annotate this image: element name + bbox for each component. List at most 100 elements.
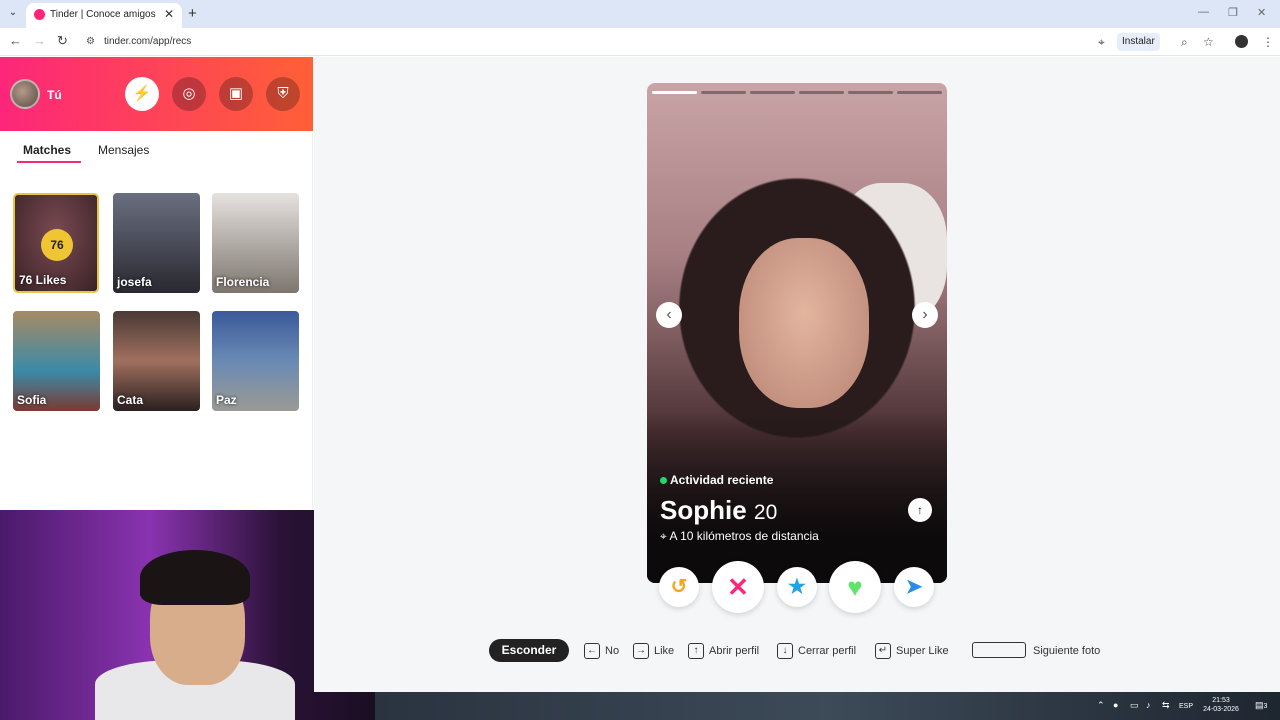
window-close-icon[interactable]: ✕ [1257, 6, 1266, 19]
notification-icon[interactable]: ▤3 [1255, 700, 1267, 711]
active-tab-indicator [17, 161, 81, 163]
zoom-icon[interactable]: ⌕ [1181, 35, 1188, 50]
profile-name: Sophie 20 [660, 495, 777, 526]
forward-icon[interactable]: → [33, 33, 46, 48]
hide-hints-button[interactable]: Esconder [489, 639, 569, 662]
location-pin-icon: ⌖ [660, 529, 667, 543]
browser-tab[interactable]: Tinder | Conoce amigos y gente ✕ [26, 3, 182, 28]
hint-like-label: Like [654, 645, 675, 657]
send-icon: ➤ [905, 576, 923, 598]
super-like-button[interactable]: ★ [777, 567, 817, 607]
profile-distance: ⌖ A 10 kilómetros de distancia [660, 529, 819, 544]
star-icon: ★ [788, 576, 806, 598]
reload-icon[interactable]: ↻ [57, 33, 68, 49]
next-photo-icon[interactable]: › [912, 302, 938, 328]
safety-shield-icon[interactable]: ⛨ [266, 77, 300, 111]
like-button[interactable]: ♥ [829, 561, 881, 613]
match-name: Paz [216, 393, 237, 407]
match-name: Cata [117, 393, 144, 407]
network-icon[interactable]: ▭ [1130, 700, 1139, 711]
online-dot-icon [660, 477, 667, 484]
nope-x-icon: ✕ [727, 572, 749, 602]
photo-progress [652, 91, 942, 95]
boost-send-button[interactable]: ➤ [894, 567, 934, 607]
os-taskbar: ⌃ ● ▭ ♪ ⇆ ESP 21:53 24-03-2026 ▤3 [375, 692, 1280, 720]
usb-icon[interactable]: ⇆ [1162, 700, 1170, 711]
tab-search-icon[interactable]: ⌄ [6, 7, 20, 21]
menu-kebab-icon[interactable]: ⋮ [1262, 35, 1274, 49]
install-button[interactable]: Instalar [1117, 33, 1160, 51]
heart-icon: ♥ [847, 572, 863, 602]
photo-progress-segment[interactable] [897, 91, 942, 94]
sidebar-header: Tú ⚡ ◎ ▣ ⛨ [0, 57, 313, 131]
back-icon[interactable]: ← [9, 33, 22, 48]
tray-chevron-icon[interactable]: ⌃ [1097, 700, 1105, 711]
arrow-right-key-icon: → [633, 643, 649, 660]
prev-photo-icon[interactable]: ‹ [656, 302, 682, 328]
match-card[interactable]: Cata [113, 311, 200, 411]
photo-progress-segment[interactable] [701, 91, 746, 94]
tab-matches[interactable]: Matches [23, 143, 71, 157]
hint-next-photo: Siguiente foto [1033, 641, 1100, 661]
clock[interactable]: 21:53 24-03-2026 [1197, 696, 1245, 714]
nope-button[interactable]: ✕ [712, 561, 764, 613]
volume-icon[interactable]: ♪ [1146, 700, 1151, 710]
profile-age: 20 [753, 501, 778, 524]
activity-status: Actividad reciente [660, 473, 773, 487]
match-card[interactable]: josefa [113, 193, 200, 293]
url-field[interactable]: tinder.com/app/recs [104, 36, 191, 47]
photo-progress-segment[interactable] [750, 91, 795, 94]
arrow-left-key-icon: ← [584, 643, 600, 660]
match-card[interactable]: Sofia [13, 311, 100, 411]
hint-close-profile-label: Cerrar perfil [798, 645, 857, 657]
arrow-up-key-icon: ↑ [688, 643, 704, 660]
browser-tab-strip: ⌄ Tinder | Conoce amigos y gente ✕ + — ❐… [0, 0, 1280, 28]
tab-messages[interactable]: Mensajes [98, 143, 149, 157]
match-name: Sofia [17, 393, 47, 407]
location-icon[interactable]: ⌖ [1098, 35, 1105, 50]
clock-date: 24-03-2026 [1203, 706, 1239, 713]
activity-label: Actividad reciente [670, 473, 774, 487]
hint-super-like: ↵ Super Like [875, 641, 949, 661]
explore-compass-icon[interactable]: ◎ [172, 77, 206, 111]
match-card[interactable]: Florencia [212, 193, 299, 293]
minimize-icon[interactable]: — [1198, 6, 1209, 18]
tab-close-icon[interactable]: ✕ [164, 7, 174, 21]
hint-no: ← No [584, 641, 619, 661]
likes-label: 76 Likes [19, 273, 67, 287]
open-profile-icon[interactable]: ↑ [908, 498, 932, 522]
match-name: josefa [117, 275, 152, 289]
restore-icon[interactable]: ❐ [1228, 6, 1238, 19]
hint-open-profile: ↑ Abrir perfil [688, 641, 759, 661]
address-bar: ← → ↻ ⚙ tinder.com/app/recs ⌖ Instalar ⌕… [0, 28, 1280, 56]
mic-icon[interactable]: ● [1113, 700, 1118, 710]
enter-key-icon: ↵ [875, 643, 891, 660]
hint-open-profile-label: Abrir perfil [709, 645, 760, 657]
profile-card[interactable]: ‹ › Actividad reciente Sophie 20 ⌖ A 10 … [647, 83, 947, 583]
sidebar: Tú ⚡ ◎ ▣ ⛨ Matches Mensajes 76 76 Likes … [0, 57, 313, 510]
profile-photo [739, 238, 869, 408]
boost-icon[interactable]: ⚡ [125, 77, 159, 111]
new-tab-icon[interactable]: + [188, 5, 197, 22]
photo-progress-segment[interactable] [848, 91, 893, 94]
rewind-icon: ↺ [670, 576, 688, 598]
webcam-person-hair [140, 550, 250, 605]
match-card[interactable]: Paz [212, 311, 299, 411]
language-indicator[interactable]: ESP [1179, 702, 1193, 711]
likes-count-badge: 76 [41, 229, 73, 261]
work-briefcase-icon[interactable]: ▣ [219, 77, 253, 111]
photo-progress-segment[interactable] [799, 91, 844, 94]
user-label[interactable]: Tú [47, 88, 62, 102]
site-info-icon[interactable]: ⚙ [86, 36, 95, 47]
install-label: Instalar [1122, 36, 1155, 47]
hint-super-like-label: Super Like [896, 645, 949, 657]
likes-card[interactable]: 76 76 Likes [13, 193, 99, 293]
avatar[interactable] [10, 79, 40, 109]
space-key-icon [972, 642, 1026, 658]
hint-next-photo-label: Siguiente foto [1033, 645, 1101, 657]
tinder-favicon-icon [34, 9, 45, 20]
bookmark-star-icon[interactable]: ☆ [1203, 35, 1214, 49]
rewind-button[interactable]: ↺ [659, 567, 699, 607]
photo-progress-segment[interactable] [652, 91, 697, 94]
browser-profile-icon[interactable] [1235, 35, 1248, 48]
